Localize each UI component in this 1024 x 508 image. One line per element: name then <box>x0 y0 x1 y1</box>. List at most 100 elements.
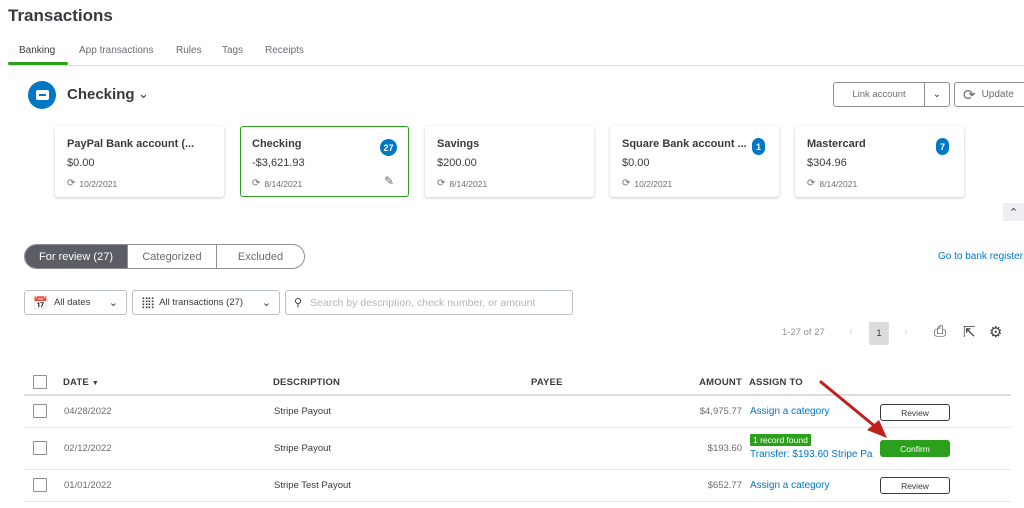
assign-category-link[interactable]: Assign a category <box>750 406 830 417</box>
active-tab-indicator <box>8 62 68 65</box>
tab-excluded[interactable]: Excluded <box>217 245 304 268</box>
matched-transfer-link[interactable]: Transfer: $193.60 Stripe Pa <box>750 449 872 460</box>
account-card-sync-date: 8/14/2021 <box>819 178 858 189</box>
sync-icon: ⟳ <box>252 178 261 189</box>
gear-icon[interactable]: ⚙ <box>989 323 1002 341</box>
print-icon[interactable]: ⎙ <box>934 323 946 340</box>
account-card-sync-date: 10/2/2021 <box>634 178 673 189</box>
account-card-name: Savings <box>437 138 480 150</box>
link-account-split-button: Link account ⌄ <box>833 82 950 107</box>
account-card-balance: $0.00 <box>67 157 95 169</box>
tab-bar: Banking App transactions Rules Tags Rece… <box>8 40 1024 66</box>
chevron-down-icon: ⌄ <box>261 297 271 309</box>
sync-icon: ⟳ <box>807 178 816 189</box>
table-row[interactable]: 02/12/2022 Stripe Payout $193.60 1 recor… <box>24 428 1011 470</box>
table-header: DATE ▼ DESCRIPTION PAYEE AMOUNT ASSIGN T… <box>24 372 1011 396</box>
column-header-description[interactable]: DESCRIPTION <box>273 377 340 388</box>
account-card-square[interactable]: Square Bank account ... $0.00 ⟳ 10/2/2021… <box>610 126 779 197</box>
row-amount: $193.60 <box>707 443 742 454</box>
column-header-assign-to: ASSIGN TO <box>749 377 803 388</box>
tab-banking[interactable]: Banking <box>19 45 55 56</box>
update-button[interactable]: ⟳ Update <box>954 82 1024 107</box>
date-filter-label: All dates <box>53 297 91 308</box>
tab-receipts[interactable]: Receipts <box>265 45 304 56</box>
update-label: Update <box>981 89 1014 100</box>
row-checkbox[interactable] <box>33 478 47 492</box>
account-card-name: PayPal Bank account (... <box>67 138 195 150</box>
review-count-badge: 1 <box>752 138 765 155</box>
sync-icon: ⟳ <box>437 178 446 189</box>
tab-rules[interactable]: Rules <box>176 45 202 56</box>
column-header-payee[interactable]: PAYEE <box>531 377 563 388</box>
column-header-amount[interactable]: AMOUNT <box>699 377 742 388</box>
review-count-badge: 27 <box>380 139 397 156</box>
prev-page-button[interactable]: ‹ <box>849 326 852 337</box>
row-date: 01/01/2022 <box>64 480 112 491</box>
review-button[interactable]: Review <box>880 404 950 421</box>
calendar-icon: 📅 <box>33 295 48 310</box>
next-page-button[interactable]: › <box>904 326 907 337</box>
account-card-sync-date: 10/2/2021 <box>79 178 118 189</box>
go-to-bank-register-link[interactable]: Go to bank register <box>938 251 1023 262</box>
row-amount: $652.77 <box>707 480 742 491</box>
search-input[interactable] <box>310 296 561 309</box>
select-all-checkbox[interactable] <box>33 375 47 389</box>
account-card-name: Mastercard <box>807 138 866 150</box>
page-number-button[interactable]: 1 <box>869 322 889 345</box>
search-icon: ⚲ <box>294 297 303 309</box>
sync-icon: ⟳ <box>622 178 631 189</box>
row-description: Stripe Test Payout <box>274 480 351 491</box>
transaction-type-filter-dropdown[interactable]: ⣿⣿ All transactions (27) ⌄ <box>132 290 280 315</box>
assign-category-link[interactable]: Assign a category <box>750 480 830 491</box>
search-box: ⚲ <box>285 290 573 315</box>
row-description: Stripe Payout <box>274 443 332 454</box>
account-card-savings[interactable]: Savings $200.00 ⟳ 8/14/2021 <box>425 126 594 197</box>
pagination-range: 1-27 of 27 <box>782 327 825 338</box>
account-card-sync-date: 8/14/2021 <box>449 178 488 189</box>
sort-desc-icon: ▼ <box>91 380 99 387</box>
row-description: Stripe Payout <box>274 406 332 417</box>
refresh-icon: ⟳ <box>963 86 976 104</box>
chevron-down-icon[interactable]: ⌄ <box>138 86 149 102</box>
account-card-balance: $0.00 <box>622 157 650 169</box>
pencil-icon[interactable]: ✎ <box>384 174 394 188</box>
confirm-button[interactable]: Confirm <box>880 440 950 457</box>
table-row[interactable]: 01/01/2022 Stripe Test Payout $652.77 As… <box>24 470 1011 502</box>
date-filter-dropdown[interactable]: 📅 All dates ⌄ <box>24 290 127 315</box>
account-card-sync-date: 8/14/2021 <box>264 178 303 189</box>
tab-app-transactions[interactable]: App transactions <box>79 45 154 56</box>
account-card-mastercard[interactable]: Mastercard $304.96 ⟳ 8/14/2021 7 <box>795 126 964 197</box>
link-account-button[interactable]: Link account <box>834 83 925 106</box>
record-found-badge: 1 record found <box>750 434 811 446</box>
sliders-icon: ⣿⣿ <box>141 297 155 309</box>
account-card-balance: $200.00 <box>437 157 477 169</box>
account-card-balance: -$3,621.93 <box>252 157 305 169</box>
row-amount: $4,975.77 <box>699 406 742 417</box>
column-header-date[interactable]: DATE ▼ <box>63 377 99 388</box>
export-icon[interactable]: ⇱ <box>963 323 976 341</box>
chevron-up-icon: ⌃ <box>1008 206 1019 219</box>
link-account-dropdown[interactable]: ⌄ <box>925 83 949 106</box>
account-selector[interactable]: Checking <box>67 86 135 103</box>
review-status-tabs: For review (27) Categorized Excluded <box>24 244 305 269</box>
transactions-table: DATE ▼ DESCRIPTION PAYEE AMOUNT ASSIGN T… <box>24 372 1011 502</box>
row-date: 04/28/2022 <box>64 406 112 417</box>
tab-for-review[interactable]: For review (27) <box>25 245 128 268</box>
review-count-badge: 7 <box>936 138 949 155</box>
chevron-down-icon: ⌄ <box>108 297 118 309</box>
transaction-filter-label: All transactions (27) <box>159 297 244 308</box>
tab-tags[interactable]: Tags <box>222 45 243 56</box>
account-card-paypal[interactable]: PayPal Bank account (... $0.00 ⟳ 10/2/202… <box>55 126 224 197</box>
account-card-checking[interactable]: Checking -$3,621.93 ⟳ 8/14/2021 27 ✎ <box>240 126 409 197</box>
row-checkbox[interactable] <box>33 404 47 418</box>
bank-card-icon <box>28 81 56 109</box>
row-checkbox[interactable] <box>33 441 47 455</box>
collapse-cards-button[interactable]: ⌃ <box>1003 203 1024 221</box>
account-card-name: Square Bank account ... <box>622 138 747 150</box>
sync-icon: ⟳ <box>67 178 76 189</box>
tab-categorized[interactable]: Categorized <box>128 245 217 268</box>
review-button[interactable]: Review <box>880 477 950 494</box>
row-date: 02/12/2022 <box>64 443 112 454</box>
account-card-name: Checking <box>252 138 302 150</box>
table-row[interactable]: 04/28/2022 Stripe Payout $4,975.77 Assig… <box>24 396 1011 428</box>
